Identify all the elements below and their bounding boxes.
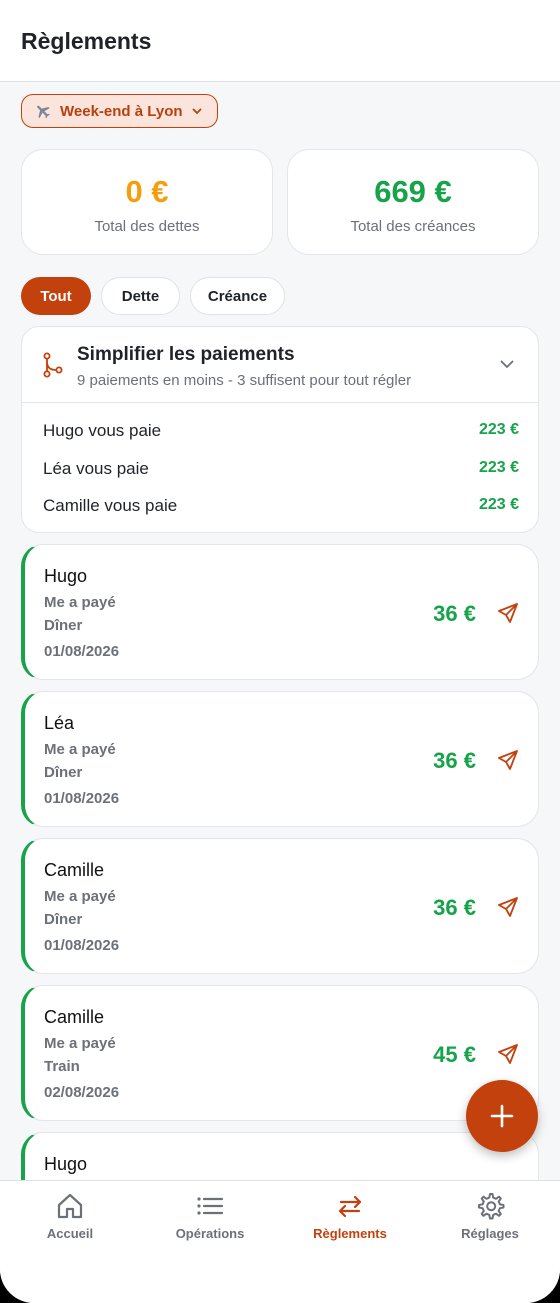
trip-selector-label: Week-end à Lyon: [60, 102, 183, 120]
tab-operations[interactable]: Opérations: [140, 1181, 280, 1261]
payment-label: Train: [44, 1058, 80, 1075]
suggestion-row: Camille vous paie 223 €: [43, 494, 519, 518]
payment-amount: 45 €: [433, 1042, 476, 1067]
payer-name: Hugo: [44, 566, 88, 586]
tab-settlements-label: Règlements: [313, 1226, 387, 1241]
tab-settings-label: Réglages: [461, 1226, 519, 1241]
payment-amount: 36 €: [433, 748, 476, 773]
suggestion-amount: 223 €: [478, 459, 519, 476]
payment-status: Me a payé: [44, 594, 116, 611]
tab-operations-label: Opérations: [175, 1226, 245, 1241]
trip-selector[interactable]: Week-end à Lyon: [21, 94, 218, 128]
send-icon[interactable]: [496, 1042, 520, 1066]
filter-debt-tab[interactable]: Dette: [101, 277, 180, 315]
send-icon[interactable]: [496, 601, 520, 625]
suggestion-payer: Léa vous paie: [43, 459, 149, 478]
suggestion-row: Léa vous paie 223 €: [43, 457, 519, 481]
total-credits-amount: 669 €: [374, 174, 452, 209]
payer-name: Camille: [44, 1007, 105, 1027]
suggestion-payer: Camille vous paie: [43, 496, 178, 515]
payer-name: Léa: [44, 713, 75, 733]
app-header: Règlements: [0, 0, 560, 82]
payment-status: Me a payé: [44, 888, 116, 905]
plus-icon: [490, 1104, 514, 1128]
filter-credit-tab[interactable]: Créance: [190, 277, 285, 315]
total-debts-amount: 0 €: [125, 174, 169, 209]
gear-icon: [478, 1193, 505, 1220]
payment-status: Me a payé: [44, 1035, 116, 1052]
tab-settings[interactable]: Réglages: [420, 1181, 560, 1261]
suggestion-row: Hugo vous paie 223 €: [43, 419, 519, 443]
payer-name: Hugo: [44, 1154, 88, 1174]
settlements-screen: Règlements Week-end à Lyon 0 € Total des…: [0, 0, 560, 1303]
simplify-subtitle: 9 paiements en moins - 3 suffisent pour …: [77, 372, 412, 389]
total-debts-caption: Total des dettes: [94, 218, 200, 235]
payer-name: Camille: [44, 860, 105, 880]
simplify-title: Simplifier les paiements: [77, 344, 295, 365]
add-payment-button[interactable]: [466, 1080, 538, 1152]
suggestion-amount: 223 €: [478, 496, 519, 513]
payment-date: 01/08/2026: [44, 937, 120, 954]
suggestion-payer: Hugo vous paie: [43, 421, 162, 440]
payment-amount: 36 €: [433, 895, 476, 920]
payment-date: 01/08/2026: [44, 643, 120, 660]
send-icon[interactable]: [496, 895, 520, 919]
home-icon: [57, 1193, 83, 1219]
tab-home-label: Accueil: [46, 1226, 94, 1241]
chevron-down-icon: [500, 360, 514, 368]
suggestion-amount: 223 €: [478, 421, 519, 438]
total-debts-card: 0 € Total des dettes: [21, 149, 273, 255]
list-icon: [197, 1197, 224, 1215]
branch-icon: [43, 352, 63, 378]
chevron-down-icon: [192, 108, 201, 114]
total-credits-card: 669 € Total des créances: [287, 149, 539, 255]
bottom-tab-bar: Accueil Opérations Règlements Réglages: [0, 1180, 560, 1303]
tab-home[interactable]: Accueil: [0, 1181, 140, 1261]
payment-card[interactable]: Camille Me a payé Train 02/08/2026 45 €: [21, 985, 539, 1121]
airplane-icon: [37, 105, 50, 119]
payment-card[interactable]: Hugo Me a payé Dîner 01/08/2026 36 €: [21, 544, 539, 680]
payment-label: Dîner: [44, 764, 83, 781]
simplify-payments-panel: Simplifier les paiements 9 paiements en …: [21, 326, 539, 533]
send-icon[interactable]: [496, 748, 520, 772]
simplify-payments-toggle[interactable]: Simplifier les paiements 9 paiements en …: [22, 327, 538, 403]
payment-label: Dîner: [44, 617, 83, 634]
transfer-icon: [338, 1195, 362, 1218]
tab-settlements[interactable]: Règlements: [280, 1181, 420, 1261]
payment-amount: 36 €: [433, 601, 476, 626]
filter-all-tab[interactable]: Tout: [21, 277, 91, 315]
payment-date: 02/08/2026: [44, 1084, 120, 1101]
payment-card[interactable]: Camille Me a payé Dîner 01/08/2026 36 €: [21, 838, 539, 974]
payment-label: Dîner: [44, 911, 83, 928]
payment-date: 01/08/2026: [44, 790, 120, 807]
payment-card[interactable]: Léa Me a payé Dîner 01/08/2026 36 €: [21, 691, 539, 827]
page-title: Règlements: [21, 28, 152, 54]
payment-status: Me a payé: [44, 741, 116, 758]
total-credits-caption: Total des créances: [350, 218, 476, 235]
